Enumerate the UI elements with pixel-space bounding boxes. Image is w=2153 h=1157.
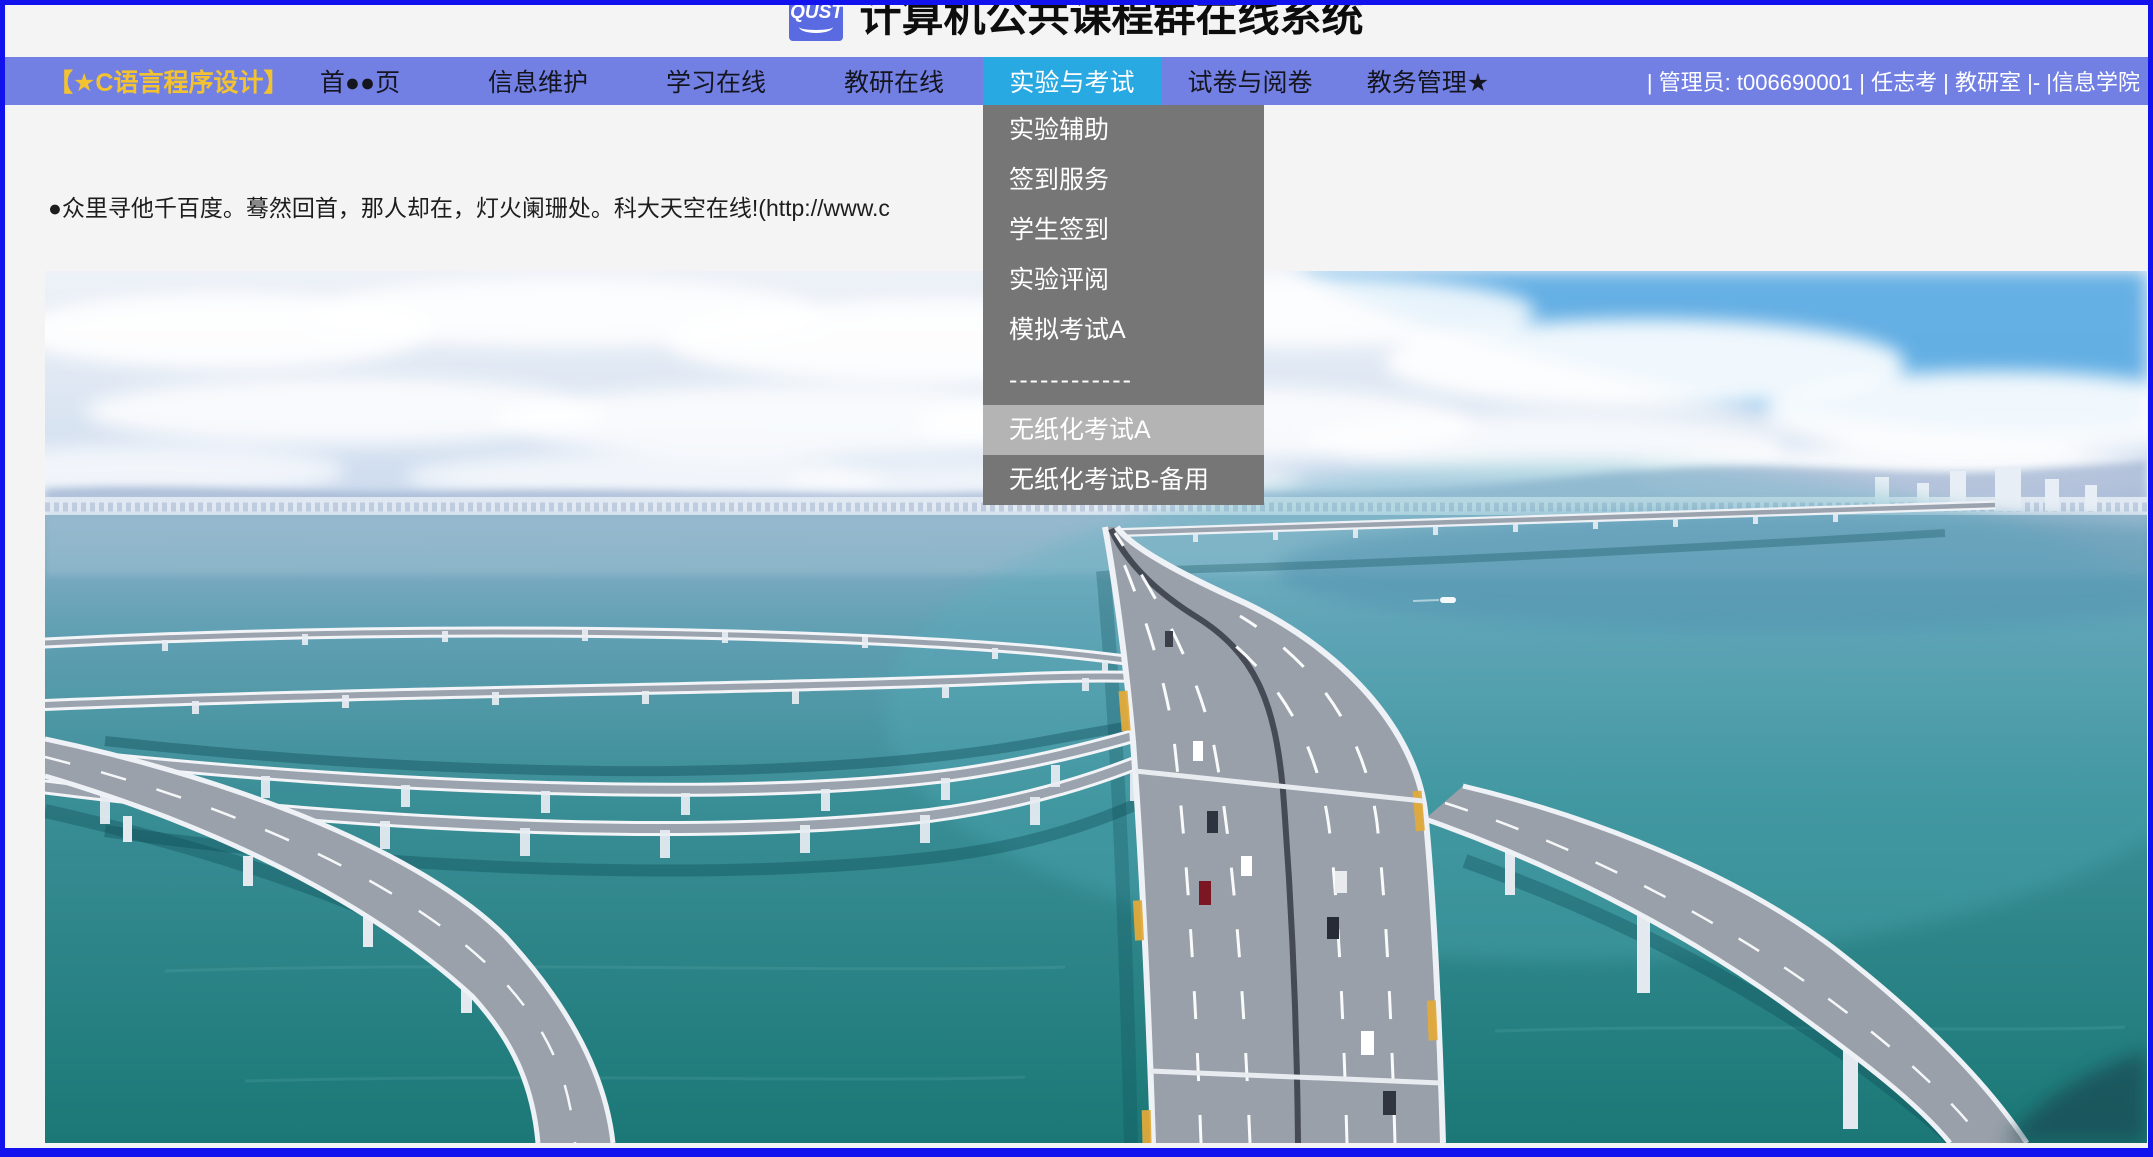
dropdown-item-student-signin[interactable]: 学生签到 — [983, 205, 1264, 255]
navbar: 【★C语言程序设计】 首●●页 信息维护 学习在线 教研在线 实验与考试 实验辅… — [5, 57, 2148, 105]
dropdown-item-paperless-exam-a[interactable]: 无纸化考试A — [983, 405, 1264, 455]
page-root: QUST 计算机公共课程群在线系统 【★C语言程序设计】 首●●页 信息维护 学… — [0, 0, 2153, 1157]
qust-logo: QUST — [789, 0, 843, 41]
nav-item-papers-grading[interactable]: 试卷与阅卷 — [1161, 57, 1339, 105]
page-title: 计算机公共课程群在线系统 — [859, 0, 1363, 41]
header: QUST 计算机公共课程群在线系统 — [5, 5, 2148, 57]
dropdown-item-paperless-exam-b[interactable]: 无纸化考试B-备用 — [983, 455, 1264, 505]
nav-item-academic-admin[interactable]: 教务管理★ — [1339, 57, 1517, 105]
dropdown-separator: ------------ — [983, 355, 1264, 405]
dropdown-item-experiment-review[interactable]: 实验评阅 — [983, 255, 1264, 305]
nav-item-study-online[interactable]: 学习在线 — [627, 57, 805, 105]
user-info[interactable]: | 管理员: t006690001 | 任志考 | 教研室 |- |信息学院 — [1647, 57, 2148, 105]
nav-item-home[interactable]: 首●●页 — [271, 57, 449, 105]
dropdown-item-experiment-assist[interactable]: 实验辅助 — [983, 105, 1264, 155]
qust-logo-swoosh-icon — [799, 21, 833, 33]
course-label: 【★C语言程序设计】 — [5, 57, 271, 105]
nav-item-info-maintenance[interactable]: 信息维护 — [449, 57, 627, 105]
dropdown-item-mock-exam-a[interactable]: 模拟考试A — [983, 305, 1264, 355]
experiment-exam-dropdown: 实验辅助 签到服务 学生签到 实验评阅 模拟考试A ------------ 无… — [983, 105, 1264, 505]
nav-item-research-online[interactable]: 教研在线 — [805, 57, 983, 105]
header-inner: QUST 计算机公共课程群在线系统 — [789, 0, 1363, 41]
nav-item-experiment-exam-label: 实验与考试 — [1009, 63, 1134, 99]
nav-item-experiment-exam[interactable]: 实验与考试 实验辅助 签到服务 学生签到 实验评阅 模拟考试A --------… — [983, 57, 1161, 105]
dropdown-item-signin-service[interactable]: 签到服务 — [983, 155, 1264, 205]
